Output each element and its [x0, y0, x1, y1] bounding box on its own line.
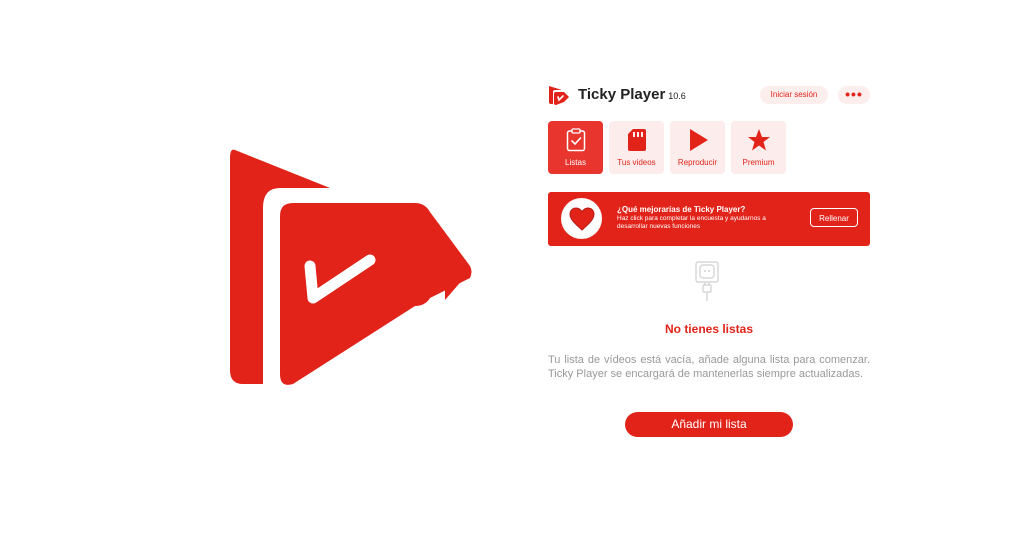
survey-banner[interactable]: ¿Qué mejorarías de Ticky Player? Haz cli…	[548, 192, 870, 246]
login-button[interactable]: Iniciar sesión	[760, 86, 828, 104]
tab-tus-videos[interactable]: Tus videos	[609, 121, 664, 174]
tab-label: Premium	[742, 158, 775, 167]
app-title: Ticky Player 10.6	[578, 86, 686, 103]
more-options-button[interactable]: •••	[838, 86, 870, 104]
tab-label: Reproducir	[677, 158, 718, 167]
tab-label: Listas	[565, 158, 586, 167]
tab-label: Tus videos	[617, 158, 656, 167]
heart-badge	[561, 198, 602, 239]
unplugged-icon	[695, 261, 719, 301]
clipboard-check-icon	[566, 128, 585, 152]
empty-state-description: Tu lista de vídeos está vacía, añade alg…	[548, 354, 870, 380]
sd-card-icon	[627, 129, 646, 151]
fill-survey-button[interactable]: Rellenar	[810, 208, 858, 227]
app-logo-icon	[549, 86, 569, 105]
empty-state-title: No tienes listas	[664, 322, 754, 336]
play-icon	[689, 129, 708, 151]
add-list-button[interactable]: Añadir mi lista	[625, 412, 793, 437]
tab-premium[interactable]: Premium	[731, 121, 786, 174]
star-icon	[747, 129, 770, 151]
tab-listas[interactable]: Listas	[548, 121, 603, 174]
brand-logo-large	[230, 149, 472, 385]
tab-reproducir[interactable]: Reproducir	[670, 121, 725, 174]
app-title-text: Ticky Player	[578, 86, 666, 103]
banner-title: ¿Qué mejorarías de Ticky Player?	[617, 205, 746, 214]
banner-description: Haz click para completar la encuesta y a…	[617, 215, 766, 230]
app-version: 10.6	[668, 91, 686, 101]
heart-icon	[568, 206, 595, 231]
